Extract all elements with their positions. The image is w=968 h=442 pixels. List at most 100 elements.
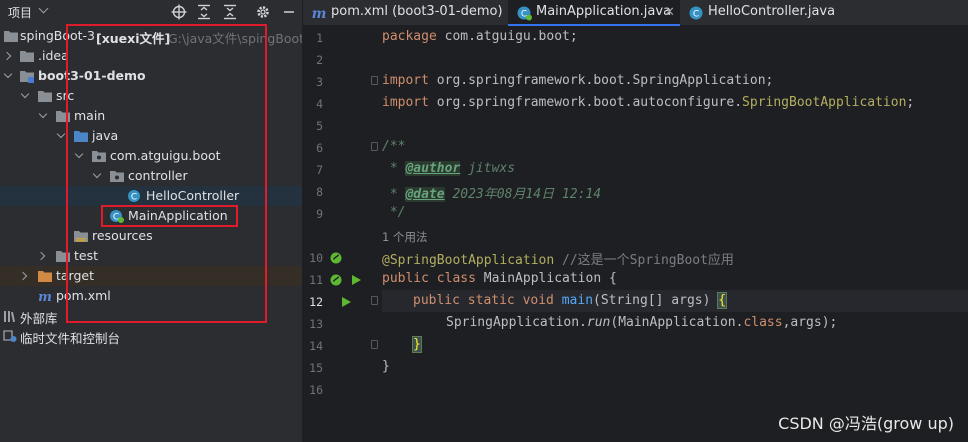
class-icon: C (688, 5, 704, 21)
code-text: (String[] args) (593, 293, 719, 308)
line-number: 12 (309, 295, 323, 309)
code-line-7: * @author jitwxs (382, 161, 515, 183)
spring-bean-icon[interactable] (329, 251, 343, 265)
line-number: 4 (316, 97, 323, 111)
module-folder-icon (19, 69, 35, 83)
doc-tag: @date (405, 187, 445, 202)
code-text: ,args); (782, 315, 838, 330)
line-comment: //这是一个SpringBoot应用 (554, 253, 734, 268)
code-area[interactable]: package com.atguigu.boot; import org.spr… (382, 26, 968, 442)
tab-pom-xml[interactable]: m pom.xml (boot3-01-demo) (303, 0, 503, 26)
chevron-down-icon[interactable] (56, 129, 66, 139)
chevron-down-icon[interactable] (3, 69, 13, 79)
chevron-down-icon[interactable] (20, 89, 30, 99)
gear-icon[interactable] (254, 3, 272, 21)
code-line-10: @SpringBootApplication //这是一个SpringBoot应… (382, 249, 734, 271)
code-text: com.atguigu.boot; (436, 29, 578, 44)
code-text: } (382, 359, 390, 374)
keyword: public static void (413, 293, 554, 308)
project-panel-title[interactable]: 项目 (8, 4, 32, 21)
run-icon[interactable] (349, 273, 363, 287)
project-panel: 项目 spingBoot-3 [xuexi文件] G:\java文件\sping… (0, 0, 303, 442)
doc-comment: * (382, 187, 406, 202)
method-name: main (561, 293, 594, 308)
tree-item-label: 临时文件和控制台 (20, 331, 121, 346)
code-line-6: /** (382, 139, 405, 161)
minimize-icon[interactable] (280, 3, 298, 21)
crosshair-icon[interactable] (170, 3, 188, 21)
editor-gutter: 1 2 3 4 5 6 7 8 9 10 11 12 13 14 15 16 (303, 26, 379, 442)
code-line-3: import org.springframework.boot.SpringAp… (382, 73, 773, 95)
code-text: ; (906, 95, 915, 110)
code-line-1: package com.atguigu.boot; (382, 29, 578, 51)
code-line-8: * @date 2023年08月14日 12:14 (382, 183, 601, 205)
keyword: class (743, 315, 783, 330)
tab-label: pom.xml (boot3-01-demo) (331, 4, 503, 19)
line-number: 15 (309, 361, 323, 375)
line-number: 6 (316, 141, 323, 155)
usage-hint[interactable]: 1 个用法 (382, 229, 427, 251)
line-number: 9 (316, 207, 323, 221)
method-call: run (586, 315, 611, 330)
chevron-right-icon[interactable] (36, 251, 46, 261)
doc-comment: jitwxs (460, 161, 516, 176)
keyword: public class (382, 271, 476, 286)
fold-marker[interactable] (371, 142, 378, 151)
tab-label: HelloController.java (708, 4, 836, 19)
spring-bean-icon[interactable] (329, 273, 343, 287)
code-line-15: } (382, 359, 390, 381)
chevron-right-icon[interactable] (2, 51, 12, 61)
code-line-9: */ (382, 205, 406, 227)
highlight-box-outer (66, 24, 267, 323)
chevron-down-icon[interactable] (38, 3, 49, 14)
doc-tag: @author (405, 161, 461, 176)
usage-hint-text: 1 个用法 (382, 230, 428, 244)
doc-comment: */ (382, 205, 406, 220)
code-text: MainApplication { (475, 271, 617, 286)
run-icon[interactable] (339, 295, 353, 309)
svg-text:m: m (38, 290, 52, 303)
annotation-text: SpringBootApplication (742, 95, 907, 110)
doc-comment: 2023年08月14日 12:14 (444, 187, 602, 202)
chevron-down-icon[interactable] (38, 109, 48, 119)
keyword: import (382, 73, 429, 88)
tree-item-scratches[interactable]: 临时文件和控制台 (0, 326, 302, 346)
line-number: 7 (316, 163, 323, 177)
code-text: SpringApplication. (446, 315, 587, 330)
code-editor: m pom.xml (boot3-01-demo) C MainApplicat… (303, 0, 968, 442)
keyword: package (382, 29, 437, 44)
keyword: import (382, 95, 429, 110)
line-number: 1 (316, 31, 323, 45)
close-icon[interactable]: ✕ (664, 5, 675, 20)
fold-marker[interactable] (371, 76, 378, 85)
code-line-12: public static void main(String[] args) { (413, 292, 728, 315)
line-number: 14 (309, 339, 323, 353)
project-panel-header: 项目 (0, 0, 302, 24)
line-number: 11 (309, 273, 323, 287)
fold-marker[interactable] (371, 296, 378, 305)
line-number: 13 (309, 317, 323, 331)
chevron-right-icon[interactable] (18, 271, 28, 281)
code-line-13: SpringApplication.run(MainApplication.cl… (446, 315, 837, 337)
tree-item-label: .idea (38, 48, 69, 63)
collapse-all-icon[interactable] (221, 3, 239, 21)
line-number: 2 (316, 53, 323, 67)
library-icon (2, 309, 18, 323)
editor-tab-bar: m pom.xml (boot3-01-demo) C MainApplicat… (303, 0, 968, 26)
folder-icon (37, 89, 53, 103)
line-number: 3 (316, 75, 323, 89)
line-number: 16 (309, 383, 323, 397)
tab-label: MainApplication.java (536, 4, 672, 19)
svg-text:m: m (312, 6, 327, 21)
tab-hellocontroller[interactable]: C HelloController.java (680, 0, 845, 26)
tree-item-label: 外部库 (20, 311, 58, 326)
highlight-box-mainapplication (101, 205, 238, 227)
doc-comment: /** (382, 139, 406, 154)
tab-mainapplication[interactable]: C MainApplication.java ✕ (508, 0, 680, 26)
fold-marker[interactable] (371, 340, 378, 349)
svg-text:C: C (693, 10, 699, 20)
code-text: org.springframework.boot.autoconfigure. (428, 95, 743, 110)
folder-icon (19, 49, 35, 63)
expand-all-icon[interactable] (195, 3, 213, 21)
excluded-folder-icon (37, 269, 53, 283)
